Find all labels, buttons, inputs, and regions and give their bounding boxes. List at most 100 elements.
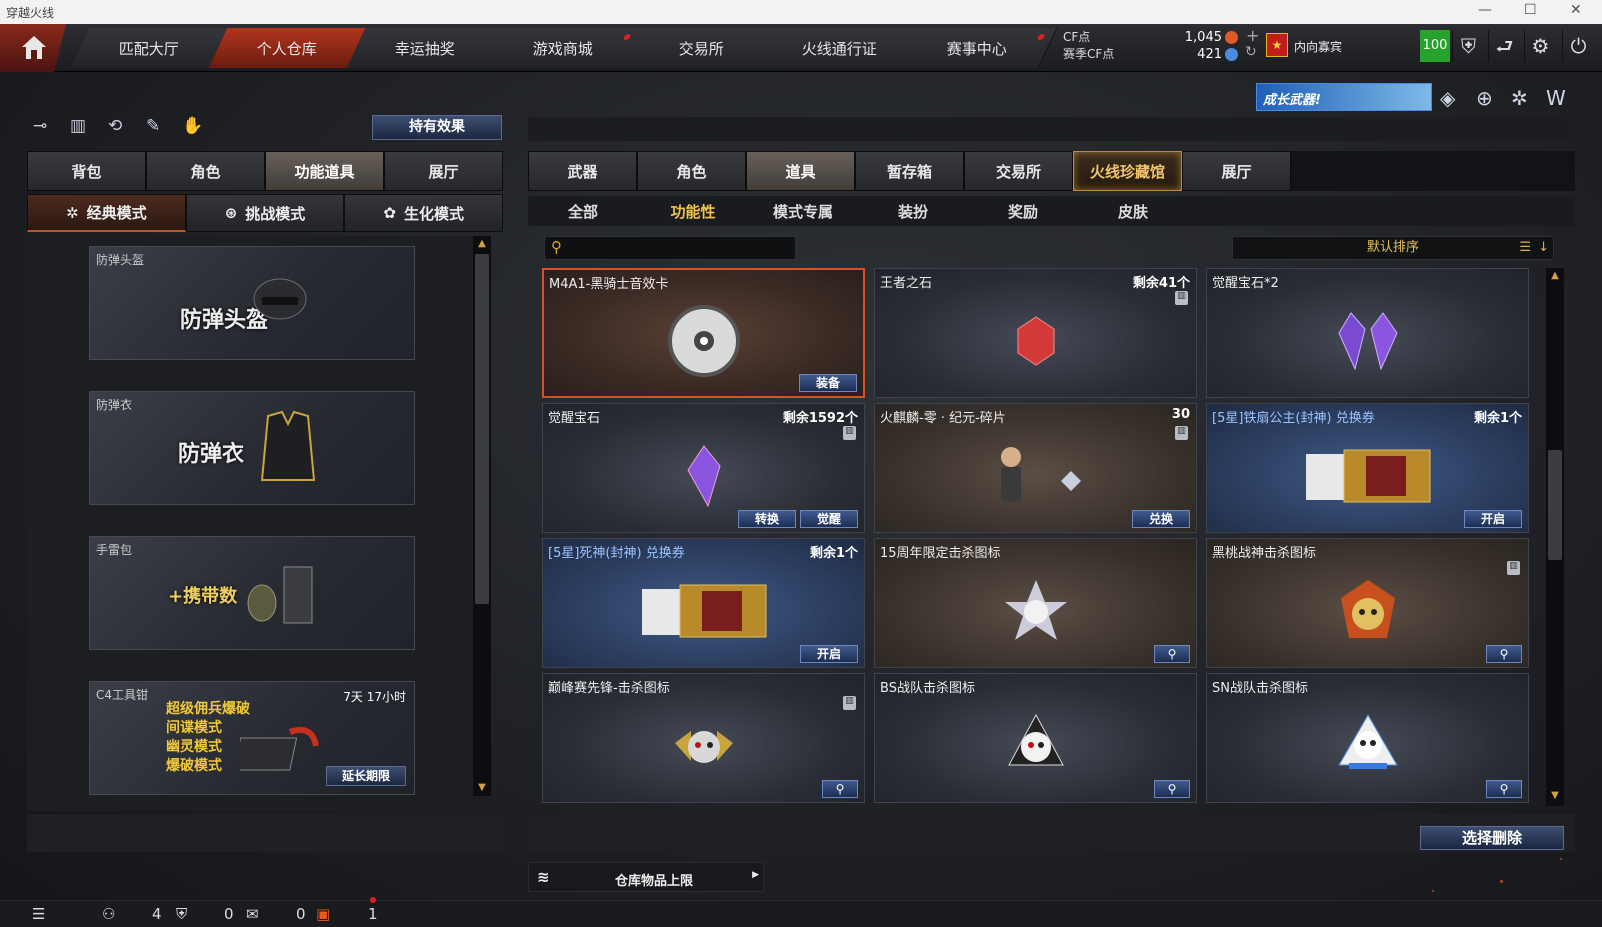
trash-icon[interactable]: ▥: [843, 696, 856, 710]
edit-icon[interactable]: ✎: [146, 116, 160, 136]
item-action-button[interactable]: 兑换: [1132, 510, 1190, 528]
grid-item[interactable]: M4A1-黑骑士音效卡 装备: [542, 268, 865, 398]
friends-icon[interactable]: ⚇: [102, 905, 115, 923]
effects-button[interactable]: 持有效果: [372, 115, 502, 140]
shield-icon[interactable]: ⛨: [1452, 30, 1484, 62]
nav-tab-5[interactable]: 火线通行证: [760, 28, 920, 68]
item-action-button[interactable]: 转换: [738, 510, 796, 528]
grid-item[interactable]: 火麒麟-零 · 纪元-碎片 30 ▥ 兑换: [874, 403, 1197, 533]
nav-tab-6[interactable]: 赛事中心: [898, 28, 1058, 68]
close-icon[interactable]: ✕: [1570, 2, 1582, 18]
grid-item[interactable]: BS战队击杀图标 ⚲: [874, 673, 1197, 803]
magnify-icon[interactable]: ⚲: [1486, 645, 1522, 663]
clan-icon[interactable]: ⛨: [176, 905, 187, 923]
stats-icon[interactable]: ▥: [70, 116, 86, 136]
glove-icon[interactable]: ✋: [182, 116, 203, 136]
scroll-up-icon[interactable]: ▲: [1548, 270, 1562, 282]
subtab-0[interactable]: 全部: [528, 196, 638, 226]
nav-tab-3[interactable]: 游戏商城: [484, 28, 644, 68]
expand-arrow-icon[interactable]: ▶: [752, 870, 759, 880]
nav-tab-2[interactable]: 幸运抽奖: [346, 28, 506, 68]
mode-tab-1[interactable]: ⊛ 挑战模式: [185, 194, 345, 232]
scroll-thumb[interactable]: [1548, 450, 1562, 560]
return-icon[interactable]: ⮐: [1488, 30, 1520, 62]
subtab-2[interactable]: 模式专属: [748, 196, 858, 226]
rank-badge-icon[interactable]: ★: [1266, 33, 1288, 57]
trash-icon[interactable]: ▥: [1507, 561, 1520, 575]
subtab-3[interactable]: 装扮: [858, 196, 968, 226]
tab-3[interactable]: 暂存箱: [855, 151, 964, 191]
grid-item[interactable]: 黑桃战神击杀图标 ▥ ⚲: [1206, 538, 1529, 668]
scroll-down-icon[interactable]: ▼: [1548, 790, 1562, 802]
grid-scrollbar[interactable]: ▲ ▼: [1546, 268, 1564, 806]
select-delete-button[interactable]: 选择删除: [1420, 826, 1564, 850]
sort-dropdown[interactable]: 默认排序 ☰ ↓: [1232, 236, 1554, 260]
scroll-thumb[interactable]: [475, 254, 489, 604]
subtab-4[interactable]: 奖励: [968, 196, 1078, 226]
nav-tab-1[interactable]: 个人仓库: [208, 28, 368, 68]
item-action-button[interactable]: 开启: [800, 645, 858, 663]
sort-down-icon[interactable]: ↓: [1538, 237, 1549, 259]
scroll-down-icon[interactable]: ▼: [475, 782, 489, 794]
item-action-button[interactable]: 装备: [799, 374, 857, 392]
capacity-bar[interactable]: ≋ 仓库物品上限 ▶: [528, 862, 764, 892]
tab-1[interactable]: 角色: [146, 151, 265, 191]
tab-3[interactable]: 展厅: [384, 151, 503, 191]
tab-6[interactable]: 展厅: [1182, 151, 1291, 191]
search-input[interactable]: ⚲: [544, 236, 796, 260]
list-item[interactable]: C4工具钳 7天 17小时 超级佣兵爆破 间谍模式 幽灵模式 爆破模式 延长期限: [89, 681, 415, 795]
gift-icon[interactable]: ▣: [316, 905, 330, 923]
tab-1[interactable]: 角色: [637, 151, 746, 191]
chat-icon[interactable]: ✉: [246, 905, 259, 923]
add-icon[interactable]: +: [1246, 26, 1259, 45]
refresh-icon[interactable]: ↻: [1245, 44, 1257, 60]
username[interactable]: 内向寡宾: [1294, 38, 1342, 55]
mode-tab-0[interactable]: ✲ 经典模式: [27, 194, 186, 232]
tab-2[interactable]: 道具: [746, 151, 855, 191]
globe-icon[interactable]: ⊕: [1476, 86, 1493, 110]
grid-item[interactable]: 巅峰赛先锋-击杀图标 ▥ ⚲: [542, 673, 865, 803]
magnify-icon[interactable]: ⚲: [1154, 780, 1190, 798]
badge-icon[interactable]: ◈: [1440, 86, 1455, 110]
grid-item[interactable]: 15周年限定击杀图标 ⚲: [874, 538, 1197, 668]
list-item[interactable]: 防弹衣 防弹衣: [89, 391, 415, 505]
minimize-icon[interactable]: —: [1478, 2, 1492, 18]
nav-tab-0[interactable]: 匹配大厅: [70, 28, 230, 68]
grid-item[interactable]: 觉醒宝石 剩余1592个 ▥ 转换 觉醒: [542, 403, 865, 533]
menu-icon[interactable]: ☰: [32, 905, 45, 923]
magnify-icon[interactable]: ⚲: [1486, 780, 1522, 798]
tab-4[interactable]: 交易所: [964, 151, 1073, 191]
extend-button[interactable]: 延长期限: [326, 766, 406, 786]
nav-tab-4[interactable]: 交易所: [622, 28, 782, 68]
item-action-button[interactable]: 开启: [1464, 510, 1522, 528]
trash-icon[interactable]: ▥: [1175, 291, 1188, 305]
maximize-icon[interactable]: ☐: [1524, 2, 1537, 18]
grid-item[interactable]: SN战队击杀图标 ⚲: [1206, 673, 1529, 803]
tab-2[interactable]: 功能道具: [265, 151, 384, 191]
magnify-icon[interactable]: ⚲: [1154, 645, 1190, 663]
list-item[interactable]: 手雷包 +携带数: [89, 536, 415, 650]
tab-0[interactable]: 武器: [528, 151, 637, 191]
wing-logo-icon[interactable]: W: [1546, 86, 1566, 110]
home-button[interactable]: [0, 24, 66, 72]
mech-icon[interactable]: ✲: [1511, 86, 1528, 110]
list-view-icon[interactable]: ☰: [1519, 237, 1531, 259]
history-icon[interactable]: ⟲: [108, 116, 122, 136]
grid-item[interactable]: 王者之石 剩余41个 ▥: [874, 268, 1197, 398]
trash-icon[interactable]: ▥: [843, 426, 856, 440]
list-item[interactable]: 防弹头盔 防弹头盔: [89, 246, 415, 360]
grid-item[interactable]: 觉醒宝石*2: [1206, 268, 1529, 398]
mode-tab-2[interactable]: ✿ 生化模式: [344, 194, 504, 232]
gear-icon[interactable]: ⚙: [1524, 30, 1556, 62]
tab-5[interactable]: 火线珍藏馆: [1073, 151, 1182, 191]
subtab-5[interactable]: 皮肤: [1078, 196, 1188, 226]
tab-0[interactable]: 背包: [27, 151, 146, 191]
level-badge[interactable]: 100: [1420, 30, 1450, 62]
power-icon[interactable]: ⏻: [1562, 30, 1594, 62]
subtab-1[interactable]: 功能性: [638, 196, 748, 226]
scroll-up-icon[interactable]: ▲: [475, 238, 489, 250]
left-scrollbar[interactable]: ▲ ▼: [473, 236, 491, 796]
toggle-off-icon[interactable]: ⊸: [33, 116, 47, 136]
growth-weapon-banner[interactable]: 成长武器!: [1256, 83, 1432, 111]
item-action-button[interactable]: 觉醒: [800, 510, 858, 528]
